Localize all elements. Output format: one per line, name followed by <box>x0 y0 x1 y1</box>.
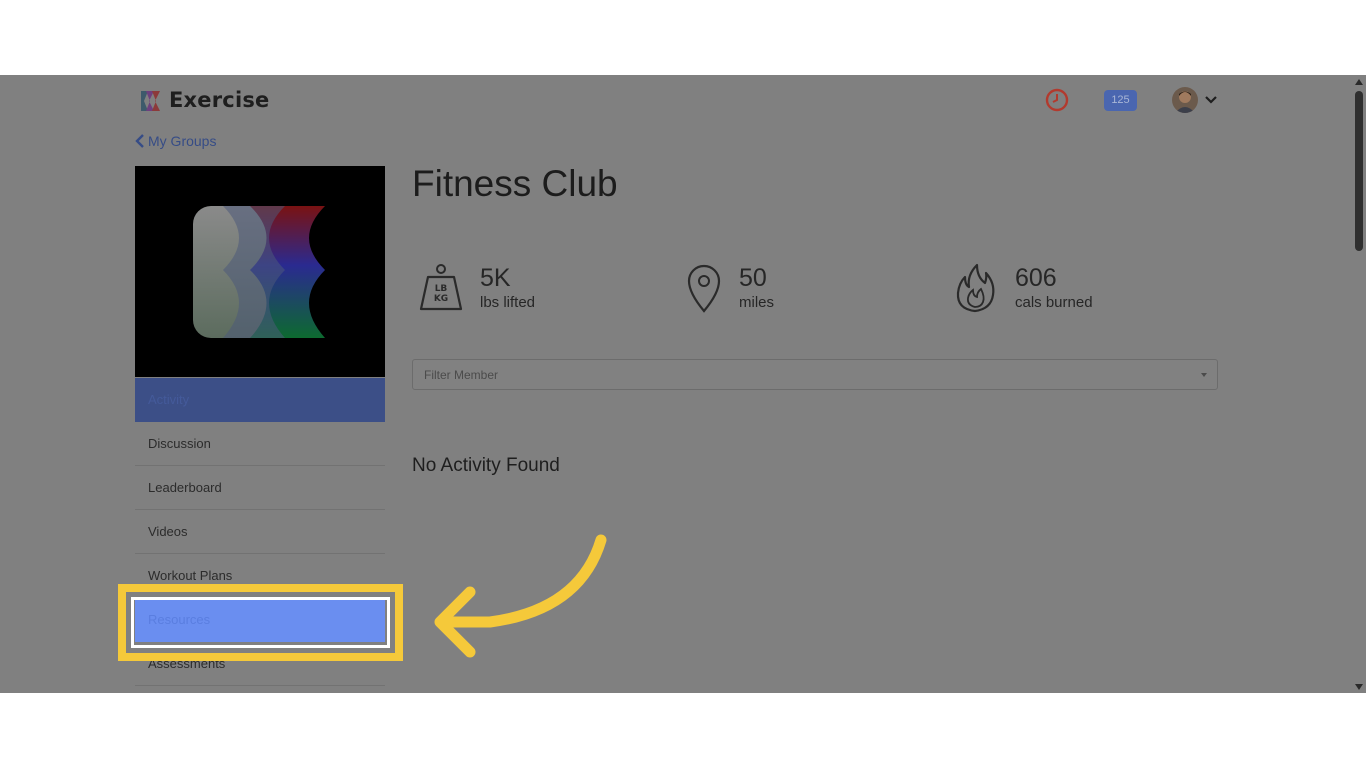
chevron-left-icon <box>135 134 144 148</box>
stat-value: 50 <box>739 264 767 292</box>
stat-distance: 50 miles <box>683 263 774 315</box>
flame-icon <box>956 263 995 313</box>
avatar[interactable] <box>1172 87 1198 113</box>
page-title: Fitness Club <box>412 163 618 204</box>
app-logo[interactable] <box>137 88 163 114</box>
app-title: Exercise <box>169 88 270 112</box>
scrollbar[interactable] <box>1352 75 1366 693</box>
notification-badge[interactable]: 125 <box>1104 90 1137 111</box>
scroll-up-icon[interactable] <box>1355 79 1363 85</box>
filter-placeholder: Filter Member <box>424 368 499 382</box>
group-logo-graphic <box>193 206 325 338</box>
group-image <box>135 166 385 377</box>
weight-icon-top-text: LB <box>435 284 448 294</box>
stat-label: cals burned <box>1015 294 1093 311</box>
weight-icon: LB KG <box>419 264 463 311</box>
highlight-callout-box <box>118 584 403 661</box>
stat-weight: LB KG 5K lbs lifted <box>418 263 535 315</box>
filter-member-select[interactable]: Filter Member <box>412 359 1218 390</box>
weight-icon-bottom-text: KG <box>434 294 448 304</box>
scroll-down-icon[interactable] <box>1355 684 1363 690</box>
stat-value: 606 <box>1015 264 1057 292</box>
stat-label: lbs lifted <box>480 294 536 311</box>
menu-item-activity[interactable]: Activity <box>135 378 385 422</box>
clock-icon[interactable] <box>1045 88 1069 112</box>
stat-calories: 606 cals burned <box>953 263 1093 315</box>
menu-item-discussion[interactable]: Discussion <box>135 422 385 466</box>
curved-arrow-icon <box>434 534 607 658</box>
caret-down-icon <box>1201 373 1207 377</box>
map-pin-icon <box>687 264 721 313</box>
menu-item-leaderboard[interactable]: Leaderboard <box>135 466 385 510</box>
stat-value: 5K <box>480 264 511 292</box>
back-to-my-groups-link[interactable]: My Groups <box>135 133 216 149</box>
scroll-thumb[interactable] <box>1355 91 1363 251</box>
highlight-callout-inner-border <box>131 597 390 648</box>
empty-state-message: No Activity Found <box>412 455 560 476</box>
stat-label: miles <box>739 294 775 311</box>
back-link-label: My Groups <box>148 133 217 149</box>
top-bar: Exercise 125 <box>0 75 1352 127</box>
chevron-down-icon[interactable] <box>1204 93 1218 107</box>
menu-item-videos[interactable]: Videos <box>135 510 385 554</box>
